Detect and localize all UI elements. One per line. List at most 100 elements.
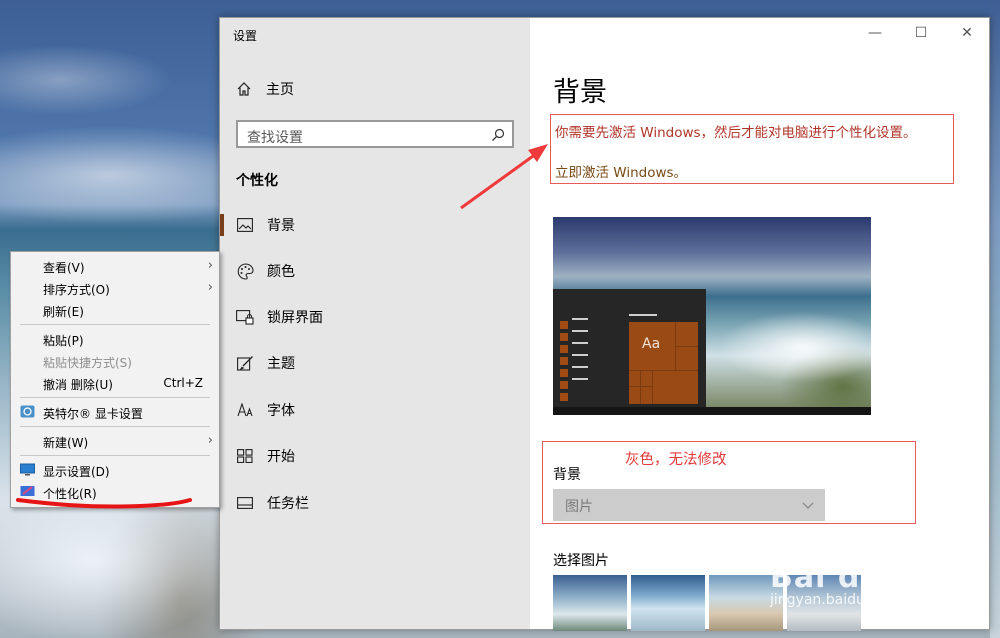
preview-list-line [572, 366, 588, 368]
preview-header-line [629, 314, 657, 316]
nav-item-background[interactable]: 背景 [220, 208, 530, 242]
menu-item-label: 粘贴快捷方式(S) [43, 356, 132, 370]
menu-item-undo-delete[interactable]: 撤消 删除(U) Ctrl+Z [11, 372, 219, 394]
picture-thumbnail[interactable] [631, 575, 705, 631]
preview-tile-divider [675, 346, 698, 347]
menu-item-personalize[interactable]: 个性化(R) [11, 481, 219, 503]
menu-item-sort-by[interactable]: 排序方式(O) › [11, 277, 219, 299]
picture-icon [236, 216, 254, 234]
theme-brush-icon [236, 354, 254, 372]
menu-item-label: 粘贴(P) [43, 334, 84, 348]
settings-nav-pane: 设置 主页 查找设置 个性化 背景 颜色 锁屏界面 主题 字体 开始 任务栏 [220, 18, 530, 629]
preview-list-line [572, 342, 588, 344]
menu-item-label: 撤消 删除(U) [43, 378, 113, 392]
settings-content: — ☐ ✕ 背景 你需要先激活 Windows，然后才能对电脑进行个性化设置。 … [530, 18, 990, 631]
menu-item-view[interactable]: 查看(V) › [11, 255, 219, 277]
nav-item-taskbar[interactable]: 任务栏 [220, 486, 530, 520]
watermark-url: jingyan.baidu.com [770, 592, 900, 608]
preview-tile-divider [640, 370, 641, 404]
home-icon [237, 82, 251, 96]
menu-separator [20, 455, 210, 456]
personalize-icon [20, 486, 35, 496]
baidu-watermark: Bai du 经验 jingyan.baidu.com [770, 552, 957, 608]
menu-item-label: 排序方式(O) [43, 283, 110, 297]
activate-windows-link[interactable]: 立即激活 Windows。 [555, 161, 687, 181]
nav-item-label: 锁屏界面 [267, 310, 323, 326]
chevron-down-icon [802, 502, 814, 509]
maximize-button[interactable]: ☐ [898, 24, 944, 42]
background-dropdown[interactable]: 图片 [553, 489, 825, 521]
menu-item-label: 显示设置(D) [43, 465, 110, 479]
font-icon [236, 401, 254, 419]
preview-tile [560, 345, 568, 353]
menu-item-label: 查看(V) [43, 261, 85, 275]
menu-item-label: 英特尔® 显卡设置 [43, 407, 143, 421]
section-heading: 个性化 [236, 173, 278, 189]
nav-item-start[interactable]: 开始 [220, 439, 530, 473]
chevron-right-icon: › [207, 280, 213, 295]
preview-tile-label: Aa [642, 336, 661, 352]
start-grid-icon [236, 447, 254, 465]
nav-home[interactable]: 主页 [236, 78, 294, 100]
preview-tile [560, 333, 568, 341]
nav-item-label: 字体 [267, 403, 295, 419]
menu-separator [20, 426, 210, 427]
preview-list-line [572, 330, 588, 332]
background-preview: Aa [553, 217, 871, 415]
search-icon [492, 128, 505, 141]
nav-item-label: 任务栏 [267, 496, 309, 512]
lock-screen-icon [236, 308, 254, 326]
background-dropdown-value: 图片 [565, 499, 593, 515]
menu-item-label: 新建(W) [43, 436, 89, 450]
preview-tile [560, 357, 568, 365]
preview-tile [560, 321, 568, 329]
intel-graphics-icon [20, 405, 35, 418]
nav-item-themes[interactable]: 主题 [220, 346, 530, 380]
display-icon [20, 463, 35, 476]
preview-taskbar [553, 407, 871, 415]
preview-list-line [572, 354, 588, 356]
nav-item-label: 主题 [267, 356, 295, 372]
window-title: 设置 [233, 29, 258, 43]
menu-item-paste[interactable]: 粘贴(P) [11, 328, 219, 350]
menu-item-label: 个性化(R) [43, 487, 97, 501]
preview-tile-group: Aa [629, 322, 698, 404]
menu-separator [20, 397, 210, 398]
background-label: 背景 [553, 467, 581, 483]
activation-notice-text: 你需要先激活 Windows，然后才能对电脑进行个性化设置。 [555, 125, 917, 141]
taskbar-icon [236, 494, 254, 512]
desktop-context-menu: 查看(V) › 排序方式(O) › 刷新(E) 粘贴(P) 粘贴快捷方式(S) … [10, 251, 220, 508]
nav-item-label: 背景 [267, 218, 295, 234]
nav-item-label: 颜色 [267, 264, 295, 280]
menu-item-new[interactable]: 新建(W) › [11, 430, 219, 452]
preview-tile [560, 393, 568, 401]
menu-item-refresh[interactable]: 刷新(E) [11, 299, 219, 321]
desktop-wallpaper-right [990, 0, 1000, 638]
nav-item-label: 开始 [267, 449, 295, 465]
settings-window: 设置 主页 查找设置 个性化 背景 颜色 锁屏界面 主题 字体 开始 任务栏 —… [219, 17, 990, 631]
nav-item-color[interactable]: 颜色 [220, 254, 530, 288]
picture-thumbnail[interactable] [553, 575, 627, 631]
palette-icon [236, 262, 254, 280]
menu-item-shortcut: Ctrl+Z [163, 376, 203, 390]
menu-item-display-settings[interactable]: 显示设置(D) [11, 459, 219, 481]
menu-separator [20, 324, 210, 325]
nav-item-fonts[interactable]: 字体 [220, 393, 530, 427]
search-input[interactable]: 查找设置 [236, 120, 514, 148]
preview-tile [560, 369, 568, 377]
search-placeholder: 查找设置 [247, 130, 303, 146]
choose-picture-label: 选择图片 [553, 553, 609, 569]
chevron-right-icon: › [207, 258, 213, 273]
menu-item-intel-graphics[interactable]: 英特尔® 显卡设置 [11, 401, 219, 423]
nav-home-label: 主页 [266, 82, 294, 98]
watermark-brand: Bai du 经验 [770, 560, 957, 595]
annotation-text: 灰色，无法修改 [625, 452, 727, 468]
minimize-button[interactable]: — [852, 24, 898, 42]
menu-item-label: 刷新(E) [43, 305, 84, 319]
page-title: 背景 [553, 77, 607, 108]
preview-list-line [572, 318, 588, 320]
nav-item-lock-screen[interactable]: 锁屏界面 [220, 300, 530, 334]
close-button[interactable]: ✕ [944, 24, 990, 42]
preview-list-line [572, 378, 588, 380]
activation-notice: 你需要先激活 Windows，然后才能对电脑进行个性化设置。 立即激活 Wind… [550, 114, 954, 184]
